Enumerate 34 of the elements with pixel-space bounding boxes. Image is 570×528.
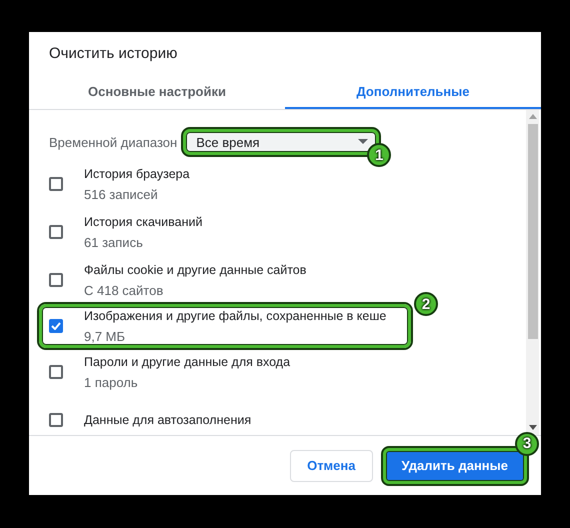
callout-badge: 2 [414, 292, 438, 316]
option-title: Пароли и другие данные для входа [84, 354, 290, 368]
option-title: История браузера [84, 166, 190, 180]
tab[interactable]: Основные настройки [29, 75, 285, 109]
option-detail: С 418 сайтов [84, 282, 164, 298]
caret-icon [358, 139, 368, 145]
checkbox[interactable] [49, 319, 63, 333]
option-title: Файлы cookie и другие данные сайтов [84, 262, 306, 276]
option-detail: 516 записей [84, 186, 159, 202]
checkbox[interactable] [49, 177, 63, 191]
option-title: Изображения и другие файлы, сохраненные в кеше [84, 308, 386, 322]
scrollbar[interactable] [526, 110, 539, 435]
option-row[interactable]: Файлы cookie и другие данные сайтов С 418 сайтов [29, 256, 306, 304]
option-row[interactable]: История браузера 516 записей [29, 160, 190, 208]
option-detail: 61 запись [84, 234, 144, 250]
option-detail: 9,7 МБ [84, 328, 126, 344]
checkbox[interactable] [49, 413, 63, 427]
option-title: Данные для автозаполнения [84, 413, 252, 427]
tab[interactable]: Дополнительные [285, 75, 541, 109]
option-detail: 1 пароль [84, 374, 139, 390]
checkbox[interactable] [49, 273, 63, 287]
dialog-title: Очистить историю [48, 44, 178, 64]
option-title: История скачиваний [84, 214, 202, 228]
option-row[interactable]: Данные для автозаполнения [29, 396, 252, 435]
option-row[interactable]: История скачиваний 61 запись [29, 208, 202, 256]
highlighted-option[interactable]: Изображения и другие файлы, сохраненные в кеше 9,7 МБ [39, 304, 411, 348]
checkbox[interactable] [49, 225, 63, 239]
callout-badge: 1 [367, 143, 392, 167]
callout-badge: 3 [515, 432, 539, 456]
field-label: Временной диапазон [49, 134, 178, 150]
cancel-button[interactable]: Отмена [290, 450, 372, 482]
checkbox[interactable] [49, 365, 63, 379]
delete-data-button[interactable]: Удалить данные [382, 448, 527, 484]
option-row[interactable]: Пароли и другие данные для входа 1 пароль [29, 348, 290, 396]
